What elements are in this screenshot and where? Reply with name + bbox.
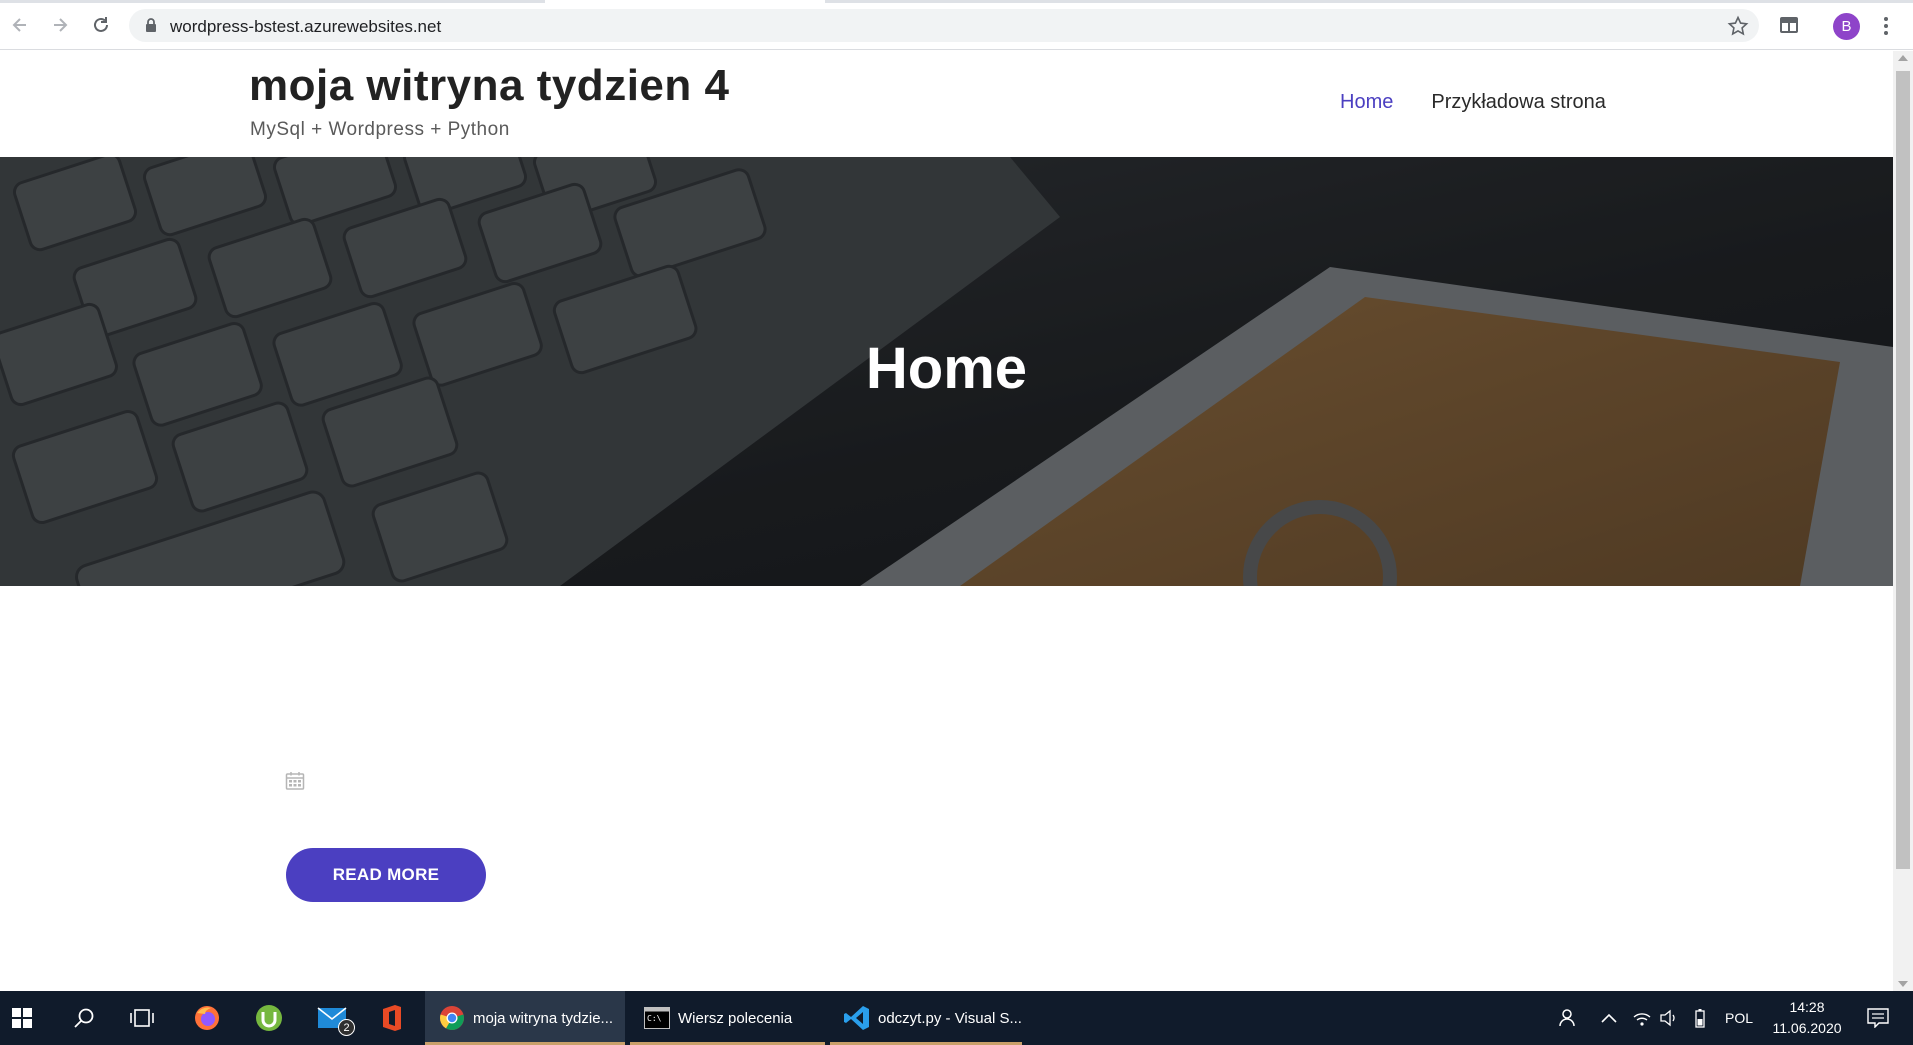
menu-item-home[interactable]: Home [1340,91,1393,114]
taskbar-app-label: odczyt.py - Visual S... [878,1009,1022,1027]
search-icon [74,1008,94,1028]
taskbar-app-vscode[interactable]: odczyt.py - Visual S... [830,991,1022,1045]
task-view-button[interactable] [120,991,164,1045]
battery-button[interactable] [1689,991,1711,1045]
battery-icon [1695,1009,1705,1028]
back-button[interactable] [6,11,34,39]
search-button[interactable] [62,991,106,1045]
scrollbar-thumb[interactable] [1896,71,1910,869]
primary-menu: Home Przykładowa strona [1340,91,1606,114]
input-language-indicator[interactable]: POL [1725,991,1753,1045]
firefox-icon [195,1006,219,1030]
address-bar[interactable]: wordpress-bstest.azurewebsites.net [129,9,1759,42]
start-button[interactable] [0,991,44,1045]
taskbar-clock[interactable]: 14:28 11.06.2020 [1764,997,1850,1039]
taskbar-app-chrome[interactable]: moja witryna tydzie... [425,991,625,1045]
task-view-icon [130,1009,154,1027]
vscode-icon [844,1005,870,1031]
profile-avatar[interactable]: B [1833,13,1860,40]
site-title[interactable]: moja witryna tydzien 4 [249,61,729,111]
calendar-icon [285,772,305,790]
active-tab-indicator [545,0,825,3]
people-button[interactable] [1553,991,1583,1045]
show-hidden-icons-button[interactable] [1597,991,1621,1045]
menu-item-sample-page[interactable]: Przykładowa strona [1431,91,1606,114]
mail-unread-badge: 2 [338,1019,355,1036]
action-center-button[interactable] [1858,991,1898,1045]
hero-title: Home [865,336,1028,401]
scroll-up-arrow[interactable] [1898,55,1908,61]
arrow-right-icon [54,18,68,32]
windows-logo-icon [12,1008,32,1028]
clock-date: 11.06.2020 [1772,1020,1842,1036]
office-taskbar-button[interactable] [370,991,414,1045]
taskbar-app-label: Wiersz polecenia [678,1009,793,1027]
people-icon [1559,1009,1575,1027]
taskbar-app-cmd[interactable]: C:\ Wiersz polecenia [630,991,825,1045]
tab-strip [0,0,1913,3]
url-text: wordpress-bstest.azurewebsites.net [170,17,442,36]
windows-taskbar: 2 moja witryna tydzie... C:\ Wiersz pole… [0,991,1913,1045]
site-description: MySql + Wordpress + Python [250,119,510,140]
utorrent-icon [256,1005,282,1031]
extension-icon[interactable] [1778,14,1800,36]
reload-button[interactable] [87,11,115,39]
more-options-icon[interactable] [1876,14,1896,38]
web-page: moja witryna tydzien 4 MySql + Wordpress… [0,51,1893,991]
office-icon [383,1005,401,1031]
svg-text:C:\: C:\ [647,1014,662,1023]
page-scrollbar[interactable] [1893,51,1913,991]
cmd-icon: C:\ [644,1005,670,1031]
browser-toolbar: wordpress-bstest.azurewebsites.net B [0,0,1913,50]
forward-button[interactable] [46,11,74,39]
scroll-down-arrow[interactable] [1898,981,1908,987]
clock-time: 14:28 [1789,999,1825,1015]
taskbar-app-label: moja witryna tydzie... [473,1009,614,1027]
firefox-taskbar-button[interactable] [185,991,229,1045]
hero-banner: Home [0,157,1893,586]
chevron-up-icon [1601,1013,1617,1023]
mail-taskbar-button[interactable]: 2 [310,991,355,1045]
lock-icon [146,18,156,32]
utorrent-taskbar-button[interactable] [247,991,291,1045]
volume-button[interactable] [1657,991,1681,1045]
bookmark-star-icon[interactable] [1727,15,1749,37]
speaker-icon [1660,1009,1675,1027]
arrow-left-icon [12,18,26,32]
network-button[interactable] [1630,991,1654,1045]
read-more-button[interactable]: READ MORE [286,848,486,902]
reload-icon [94,17,108,32]
wifi-icon [1633,1013,1651,1026]
notification-icon [1867,1008,1889,1028]
chrome-icon [439,1005,465,1031]
